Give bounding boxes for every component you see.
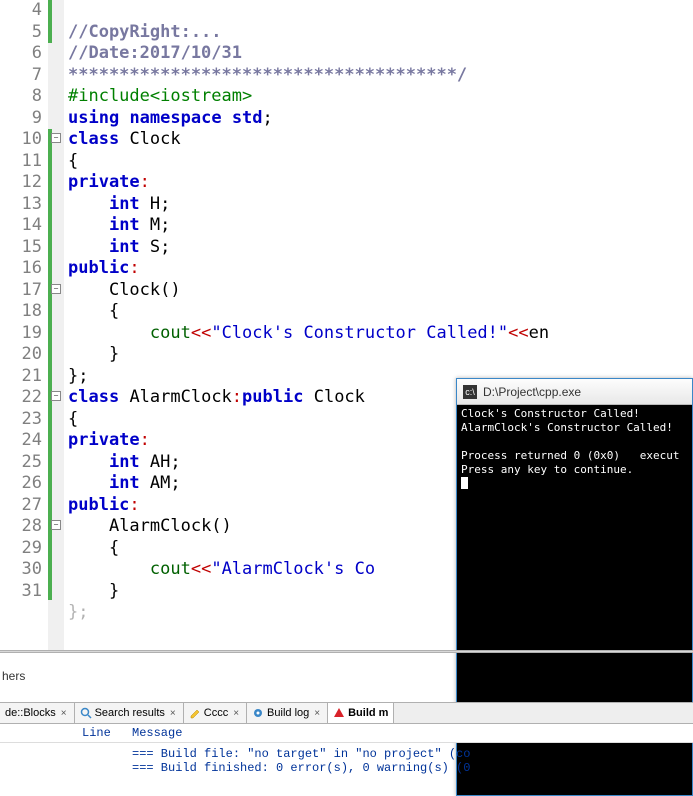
code-comment: //CopyRight:... <box>68 22 222 42</box>
bottom-tabs: de::Blocks × Search results × Cccc × Bui… <box>0 702 693 724</box>
tab-codeblocks[interactable]: de::Blocks × <box>0 703 75 723</box>
close-icon[interactable]: × <box>231 708 241 719</box>
fold-marker-icon[interactable]: − <box>51 133 61 143</box>
col-line[interactable]: Line <box>82 726 132 740</box>
console-output: Clock's Constructor Called! AlarmClock's… <box>457 405 692 495</box>
tab-build-log[interactable]: Build log × <box>247 703 328 723</box>
close-icon[interactable]: × <box>168 708 178 719</box>
close-icon[interactable]: × <box>312 708 322 719</box>
panel-label: hers <box>0 669 25 683</box>
log-row[interactable]: === Build file: "no target" in "no proje… <box>0 747 470 761</box>
warning-icon <box>333 707 345 719</box>
fold-marker-icon[interactable]: − <box>51 520 61 530</box>
console-titlebar[interactable]: c:\ D:\Project\cpp.exe <box>457 379 692 405</box>
build-messages: Line Message === Build file: "no target"… <box>0 724 693 779</box>
fold-gutter: − − − − <box>48 0 64 650</box>
code-preprocessor: #include<iostream> <box>68 86 252 106</box>
pencil-icon <box>189 707 201 719</box>
line-number-gutter: 4567891011121314151617181920212223242526… <box>0 0 48 650</box>
gear-icon <box>252 707 264 719</box>
tab-search-results[interactable]: Search results × <box>75 703 184 723</box>
panel-splitter[interactable] <box>0 650 693 653</box>
col-message[interactable]: Message <box>132 726 182 740</box>
cursor-icon <box>461 477 468 489</box>
tab-build-messages[interactable]: Build m <box>328 703 394 723</box>
console-title-text: D:\Project\cpp.exe <box>483 385 581 399</box>
magnifier-icon <box>80 707 92 719</box>
fold-marker-icon[interactable]: − <box>51 284 61 294</box>
fold-marker-icon[interactable]: − <box>51 391 61 401</box>
close-icon[interactable]: × <box>59 708 69 719</box>
code-comment: **************************************/ <box>68 65 467 85</box>
code-comment: //Date:2017/10/31 <box>68 43 242 63</box>
tab-cccc[interactable]: Cccc × <box>184 703 247 723</box>
terminal-icon: c:\ <box>463 385 477 399</box>
log-row[interactable]: === Build finished: 0 error(s), 0 warnin… <box>0 761 470 775</box>
log-header: Line Message <box>0 724 693 743</box>
